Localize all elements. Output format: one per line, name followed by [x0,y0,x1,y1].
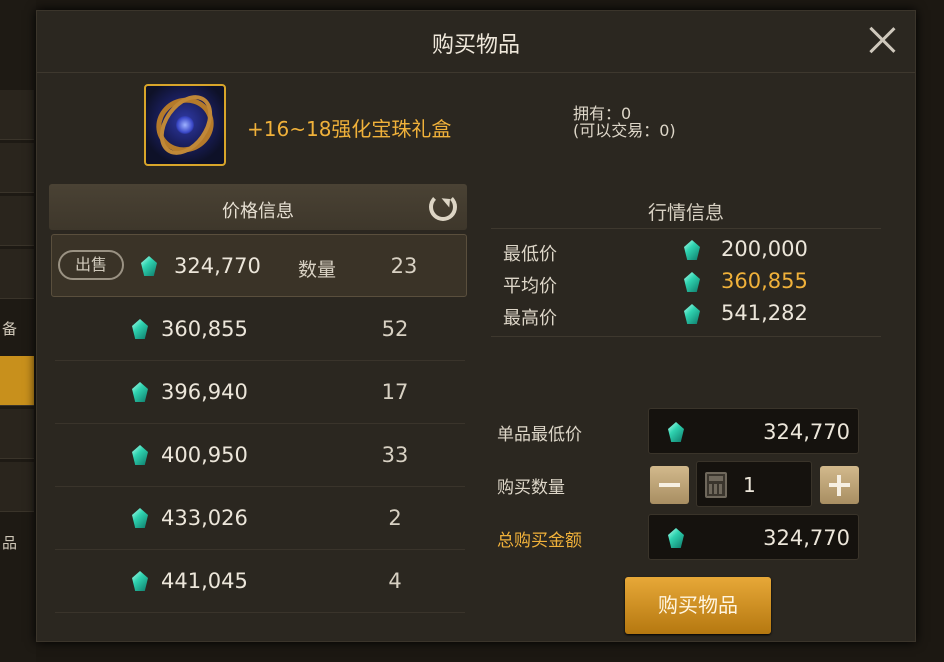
owned-count: 拥有：0 [573,104,632,123]
quantity-input[interactable]: 1 [696,461,812,507]
gem-icon [683,302,701,326]
listing-quantity: 2 [388,506,402,530]
background-tab-label: 备 [2,320,18,338]
min-price-value: 200,000 [721,237,808,261]
listing-price: 396,940 [161,380,248,404]
gem-icon [683,238,701,262]
price-row-selected[interactable]: 出售 324,770 数量 23 [51,234,467,297]
buy-item-dialog: 购买物品 +16~18强化宝珠礼盒 拥有：0 (可以交易：0) 价格信息 出售 … [36,10,916,642]
unit-price-value: 324,770 [763,420,850,444]
background-tab-active [0,356,34,406]
gem-icon [683,270,701,294]
item-icon [144,84,226,166]
tradable-count: (可以交易：0) [573,121,676,140]
listing-quantity: 17 [381,380,409,404]
item-name: +16~18强化宝珠礼盒 [247,117,452,141]
divider [491,228,881,229]
background-tab [0,143,34,193]
market-info-panel: 行情信息 最低价 200,000 平均价 360,855 最高价 541,282 [491,184,881,344]
listing-price: 360,855 [161,317,248,341]
background-tab-label: 品 [2,534,18,552]
listing-price: 324,770 [174,254,261,278]
gem-icon [131,380,149,404]
owned-info: 拥有：0 (可以交易：0) [573,105,676,139]
market-avg-row: 平均价 360,855 [503,268,873,298]
max-price-value: 541,282 [721,301,808,325]
background-tab [0,90,34,140]
listing-quantity: 4 [388,569,402,593]
plus-icon[interactable] [820,466,859,504]
quantity-value: 1 [743,473,756,497]
calculator-icon[interactable] [705,472,727,498]
item-icon-orb [176,116,194,134]
background-sidebar: 备 品 [0,0,36,662]
quantity-label: 数量 [298,259,337,281]
avg-price-value: 360,855 [721,269,808,293]
price-row[interactable]: 441,045 4 [55,550,465,613]
price-row[interactable]: 396,940 17 [55,361,465,424]
gem-icon [131,443,149,467]
price-panel: 价格信息 出售 324,770 数量 23 360,855 52 396,940… [49,184,469,634]
divider [491,336,881,337]
listing-quantity: 52 [381,317,409,341]
background-tab [0,462,34,512]
refresh-icon[interactable] [429,193,457,221]
listing-quantity: 33 [381,443,409,467]
gem-icon [667,526,685,550]
price-row[interactable]: 433,026 2 [55,487,465,550]
gem-icon [667,420,685,444]
background-tab [0,409,34,459]
quantity-row: 购买数量 1 [493,461,893,509]
min-price-label: 最低价 [503,244,557,265]
price-panel-header: 价格信息 [49,184,467,230]
price-row[interactable]: 400,950 33 [55,424,465,487]
gem-icon [140,254,158,278]
gem-icon [131,569,149,593]
gem-icon [131,506,149,530]
listing-price: 400,950 [161,443,248,467]
unit-price-field: 324,770 [648,408,859,454]
listing-price: 433,026 [161,506,248,530]
background-tab [0,249,34,299]
background-tab [0,196,34,246]
minus-icon[interactable] [650,466,689,504]
total-row: 总购买金额 324,770 [493,514,893,562]
unit-price-row: 单品最低价 324,770 [493,408,893,456]
price-row[interactable]: 360,855 52 [55,298,465,361]
total-label: 总购买金额 [497,531,582,551]
total-field: 324,770 [648,514,859,560]
gem-icon [131,317,149,341]
buy-button[interactable]: 购买物品 [625,577,771,634]
unit-price-label: 单品最低价 [497,425,582,445]
dialog-title-bar: 购买物品 [37,11,915,73]
market-info-title: 行情信息 [647,202,724,224]
total-value: 324,770 [763,526,850,550]
max-price-label: 最高价 [503,308,557,329]
price-panel-title: 价格信息 [222,201,294,222]
close-icon[interactable] [867,25,897,55]
market-min-row: 最低价 200,000 [503,236,873,266]
avg-price-label: 平均价 [503,276,557,297]
listing-quantity: 23 [390,254,418,278]
quantity-label: 购买数量 [497,478,565,498]
sell-button[interactable]: 出售 [58,250,124,280]
listing-price: 441,045 [161,569,248,593]
market-max-row: 最高价 541,282 [503,300,873,330]
dialog-title: 购买物品 [431,33,520,58]
